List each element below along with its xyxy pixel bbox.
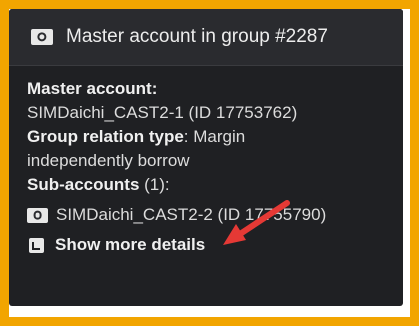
subaccount-item[interactable]: SIMDaichi_CAST2-2 (ID 17755790) xyxy=(27,203,397,227)
panel-body: Master account: SIMDaichi_CAST2-1 (ID 17… xyxy=(27,77,397,257)
master-account-label: Master account: xyxy=(27,79,158,98)
relation-type-label: Group relation type xyxy=(27,127,184,146)
subaccount-text: SIMDaichi_CAST2-2 (ID 17755790) xyxy=(56,205,327,224)
relation-type-value-2: independently borrow xyxy=(27,151,190,170)
subaccounts-header: Sub-accounts (1): xyxy=(27,173,397,197)
account-panel: Master account in group #2287 Master acc… xyxy=(9,9,403,306)
account-icon xyxy=(31,29,53,45)
subaccounts-count: (1): xyxy=(139,175,170,194)
subaccounts-label: Sub-accounts xyxy=(27,175,140,194)
show-more-details-link[interactable]: Show more details xyxy=(27,233,397,257)
show-more-details-label: Show more details xyxy=(55,235,206,254)
account-icon xyxy=(27,207,48,223)
panel-title: Master account in group #2287 xyxy=(66,26,328,47)
panel-header: Master account in group #2287 xyxy=(9,9,403,66)
relation-type-value-1: : Margin xyxy=(183,127,246,146)
master-account-value: SIMDaichi_CAST2-1 (ID 17753762) xyxy=(27,103,298,122)
expand-icon xyxy=(29,237,44,253)
relation-type-row: Group relation type: Margin xyxy=(27,125,397,149)
